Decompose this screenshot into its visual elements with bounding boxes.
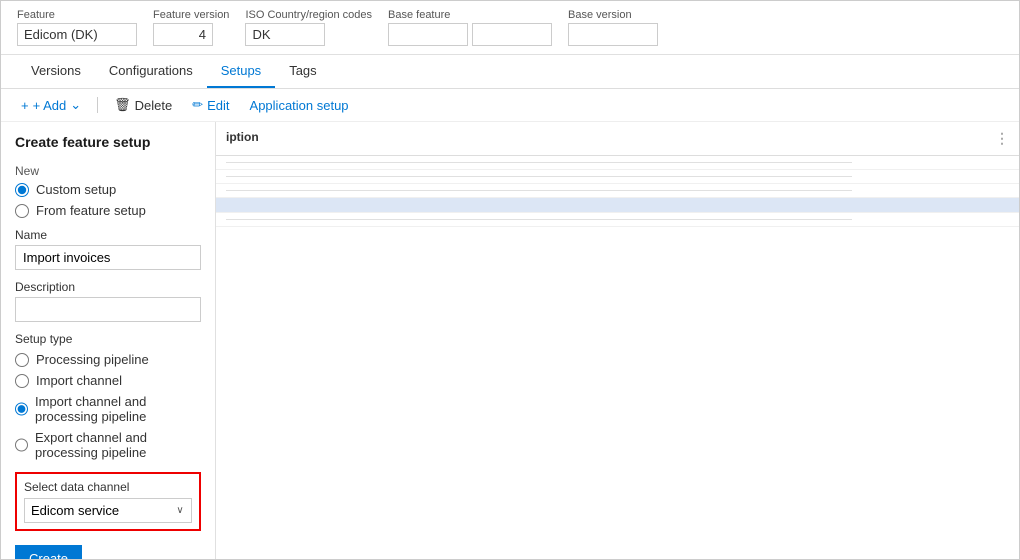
pipeline-type-radio-group: Processing pipeline Import channel Impor… (15, 352, 201, 460)
iso-field: ISO Country/region codes (245, 9, 372, 46)
version-label: Feature version (153, 9, 229, 21)
name-field-group: Name (15, 228, 201, 270)
version-input[interactable] (153, 23, 213, 46)
base-version-input[interactable] (568, 23, 658, 46)
setup-type-section: Setup type Processing pipeline Import ch… (15, 332, 201, 460)
add-label: + Add (33, 98, 67, 113)
select-arrow-icon: ∨ (169, 500, 191, 522)
description-input[interactable] (15, 297, 201, 322)
radio-processing-pipeline-input[interactable] (15, 353, 29, 367)
feature-field: Feature (17, 9, 137, 46)
name-label: Name (15, 228, 201, 242)
radio-import-channel-pipeline[interactable]: Import channel and processing pipeline (15, 394, 201, 424)
base-feature-label: Base feature (388, 9, 552, 21)
data-channel-select-wrapper[interactable]: Edicom service Other channel ∨ (24, 498, 192, 523)
feature-input[interactable] (17, 23, 137, 46)
table-row (216, 156, 1019, 170)
radio-import-channel-input[interactable] (15, 374, 29, 388)
tab-versions[interactable]: Versions (17, 55, 95, 88)
row-line (226, 162, 852, 163)
setup-type-radio-group: Custom setup From feature setup (15, 182, 201, 218)
new-section: New Custom setup From feature setup (15, 164, 201, 218)
add-chevron-icon: ⌄ (70, 97, 81, 113)
radio-import-channel-label: Import channel (36, 373, 122, 388)
feature-label: Feature (17, 9, 137, 21)
data-channel-section: Select data channel Edicom service Other… (15, 472, 201, 531)
edit-icon: ✏ (192, 97, 203, 113)
add-icon: + (21, 98, 29, 113)
setup-type-label: Setup type (15, 332, 201, 346)
radio-custom-setup[interactable]: Custom setup (15, 182, 201, 197)
data-channel-select[interactable]: Edicom service Other channel (25, 499, 169, 522)
delete-icon: 🗑 (114, 97, 131, 113)
new-label: New (15, 164, 201, 178)
base-version-label: Base version (568, 9, 658, 21)
table-area: iption ⋮ (216, 122, 1019, 559)
header-bar: Feature Feature version ISO Country/regi… (1, 1, 1019, 55)
table-row (216, 184, 1019, 198)
iso-label: ISO Country/region codes (245, 9, 372, 21)
base-feature-input2[interactable] (472, 23, 552, 46)
base-feature-input1[interactable] (388, 23, 468, 46)
radio-from-feature-input[interactable] (15, 204, 29, 218)
base-version-field: Base version (568, 9, 658, 46)
tab-tags[interactable]: Tags (275, 55, 330, 88)
add-button[interactable]: + + Add ⌄ (17, 95, 85, 115)
delete-label: Delete (135, 98, 173, 113)
radio-import-channel[interactable]: Import channel (15, 373, 201, 388)
form-panel: Create feature setup New Custom setup Fr… (1, 122, 216, 559)
radio-custom-label: Custom setup (36, 182, 116, 197)
table-row (216, 170, 1019, 184)
description-field-group: Description (15, 280, 201, 322)
col-menu-icon[interactable]: ⋮ (995, 130, 1009, 147)
radio-import-channel-pipeline-input[interactable] (15, 402, 28, 416)
version-field: Feature version (153, 9, 229, 46)
app-setup-button[interactable]: Application setup (246, 96, 353, 115)
form-title: Create feature setup (15, 134, 201, 150)
radio-processing-pipeline[interactable]: Processing pipeline (15, 352, 201, 367)
toolbar: + + Add ⌄ 🗑 Delete ✏ Edit Application se… (1, 89, 1019, 122)
toolbar-separator1 (97, 97, 98, 113)
radio-import-channel-pipeline-label: Import channel and processing pipeline (35, 394, 201, 424)
tab-configurations[interactable]: Configurations (95, 55, 207, 88)
row-line (226, 190, 852, 191)
create-button[interactable]: Create (15, 545, 82, 559)
nav-tabs: Versions Configurations Setups Tags (1, 55, 1019, 89)
table-row (216, 213, 1019, 227)
row-line (226, 176, 852, 177)
table-row-selected[interactable] (216, 198, 1019, 213)
radio-export-channel-pipeline[interactable]: Export channel and processing pipeline (15, 430, 201, 460)
radio-export-channel-pipeline-label: Export channel and processing pipeline (35, 430, 201, 460)
main-area: Create feature setup New Custom setup Fr… (1, 122, 1019, 559)
table-cell (216, 198, 1019, 213)
radio-from-feature-label: From feature setup (36, 203, 146, 218)
tab-setups[interactable]: Setups (207, 55, 275, 88)
iso-input[interactable] (245, 23, 325, 46)
edit-button[interactable]: ✏ Edit (188, 95, 233, 115)
name-input[interactable] (15, 245, 201, 270)
row-line (226, 219, 852, 220)
base-feature-field: Base feature (388, 9, 552, 46)
radio-processing-pipeline-label: Processing pipeline (36, 352, 149, 367)
radio-export-channel-pipeline-input[interactable] (15, 438, 28, 452)
radio-custom-input[interactable] (15, 183, 29, 197)
col-description: iption ⋮ (216, 122, 1019, 156)
delete-button[interactable]: 🗑 Delete (110, 95, 176, 115)
app-setup-label: Application setup (250, 98, 349, 113)
description-label: Description (15, 280, 201, 294)
data-channel-label: Select data channel (24, 480, 192, 494)
radio-from-feature[interactable]: From feature setup (15, 203, 201, 218)
edit-label: Edit (207, 98, 229, 113)
data-table: iption ⋮ (216, 122, 1019, 227)
col-description-label: iption (226, 130, 259, 144)
